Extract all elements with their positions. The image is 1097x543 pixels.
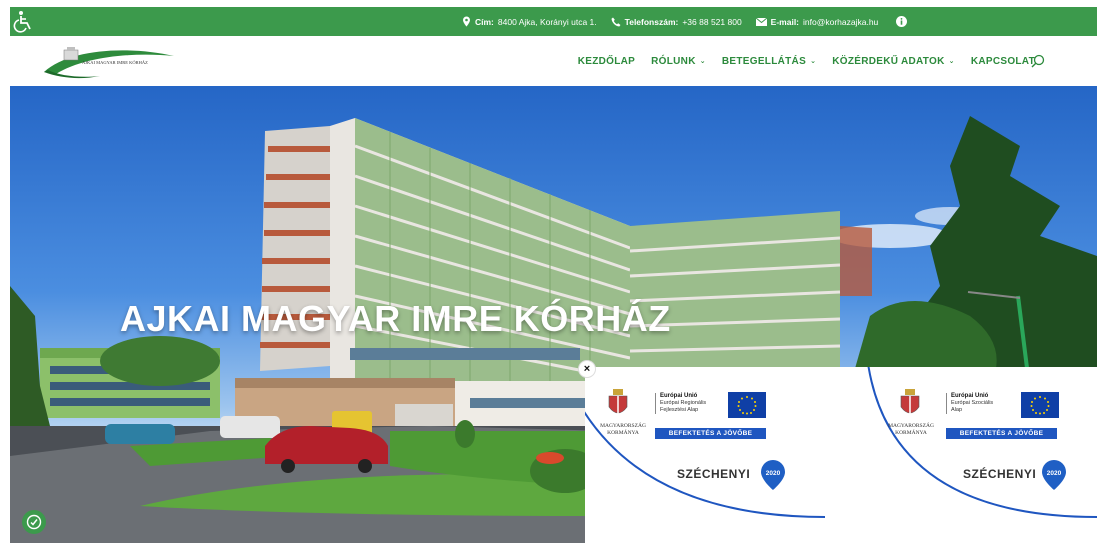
chevron-down-icon: ⌄ [699,58,706,65]
chevron-down-icon: ⌄ [810,58,817,65]
szechenyi-label: SZÉCHENYI [677,467,751,481]
year-label: 2020 [766,470,781,477]
szechenyi-label: SZÉCHENYI [963,467,1037,481]
fund-line-2: Alap [951,407,963,413]
hungary-government-label: MAGYARORSZÁG KORMÁNYA [600,423,646,436]
eu-flag-icon [728,392,766,418]
szechenyi-2020-pin-icon: 2020 [760,459,786,491]
phone-value[interactable]: +36 88 521 800 [682,17,741,27]
invest-banner: BEFEKTETÉS A JÖVŐBE [655,428,766,439]
contact-info: Cím: 8400 Ajka, Korányi utca 1. Telefons… [462,7,908,36]
fund-line-1: Európai Szociális [951,400,994,406]
search-icon[interactable] [1031,54,1045,68]
nav-item-label: BETEGELLÁTÁS [721,55,807,67]
accessibility-icon[interactable] [12,9,36,33]
eu-card-esza[interactable]: MAGYARORSZÁG KORMÁNYA Európai Unió Európ… [841,367,1097,543]
eu-card-erfa[interactable]: MAGYARORSZÁG KORMÁNYA Európai Unió Európ… [585,367,841,543]
eu-flag-icon [1021,392,1059,418]
hungary-government-label: MAGYARORSZÁG KORMÁNYA [888,423,934,436]
eu-title: Európai Unió [951,393,989,399]
location-pin-icon [462,16,471,27]
accessibility-widget-icon [26,514,42,530]
address-item: Cím: 8400 Ajka, Korányi utca 1. [462,16,597,27]
eu-fund-text: Európai Unió Európai Szociális Alap [946,393,1016,414]
eu-title: Európai Unió [660,393,698,399]
year-label: 2020 [1047,470,1062,477]
nav-item-label: KÖZÉRDEKŰ ADATOK [832,55,945,67]
accessibility-widget-button[interactable] [22,510,46,534]
nav-item-label: RÓLUNK [651,55,696,67]
phone-label: Telefonszám: [624,16,679,27]
hero-title: AJKAI MAGYAR IMRE KÓRHÁZ [120,298,671,339]
address-label: Cím: [475,16,494,27]
envelope-icon [755,17,767,26]
szechenyi-2020-pin-icon: 2020 [1041,459,1067,491]
coat-of-arms-icon [608,389,628,415]
top-info-bar: Cím: 8400 Ajka, Korányi utca 1. Telefons… [10,7,1097,36]
close-icon[interactable]: × [578,360,596,378]
nav-item-kezdolap[interactable]: KEZDŐLAP [578,56,635,67]
eu-funding-popup: MAGYARORSZÁG KORMÁNYA Európai Unió Európ… [585,367,1097,543]
email-value[interactable]: info@korhazajka.hu [803,17,878,27]
logo-text: AJKAI MAGYAR IMRE KÓRHÁZ [82,60,148,65]
chevron-down-icon: ⌄ [948,58,955,65]
site-logo[interactable]: AJKAI MAGYAR IMRE KÓRHÁZ [40,42,180,82]
fund-line-1: Európai Regionális [660,400,707,406]
nav-item-label: KAPCSOLAT [970,55,1035,67]
phone-icon [611,17,621,27]
site-header: AJKAI MAGYAR IMRE KÓRHÁZ KEZDŐLAP RÓLUNK… [10,36,1097,86]
coat-of-arms-icon [900,389,920,415]
phone-item[interactable]: Telefonszám: +36 88 521 800 [611,17,742,27]
nav-item-label: KEZDŐLAP [577,55,636,67]
email-item[interactable]: E-mail: info@korhazajka.hu [755,16,878,27]
address-value: 8400 Ajka, Korányi utca 1. [497,16,597,27]
fund-line-2: Fejlesztési Alap [660,407,699,413]
nav-item-rolunk[interactable]: RÓLUNK ⌄ [651,56,706,67]
email-label: E-mail: [770,16,800,27]
info-icon[interactable] [896,16,908,27]
invest-banner: BEFEKTETÉS A JÖVŐBE [946,428,1057,439]
eu-fund-text: Európai Unió Európai Regionális Fejleszt… [655,393,725,414]
main-nav: KEZDŐLAP RÓLUNK ⌄ BETEGELLÁTÁS ⌄ KÖZÉRDE… [578,36,1035,86]
nav-item-kozerdeku-adatok[interactable]: KÖZÉRDEKŰ ADATOK ⌄ [832,56,955,67]
nav-item-betegellatas[interactable]: BETEGELLÁTÁS ⌄ [722,56,816,67]
nav-item-kapcsolat[interactable]: KAPCSOLAT [971,56,1035,67]
